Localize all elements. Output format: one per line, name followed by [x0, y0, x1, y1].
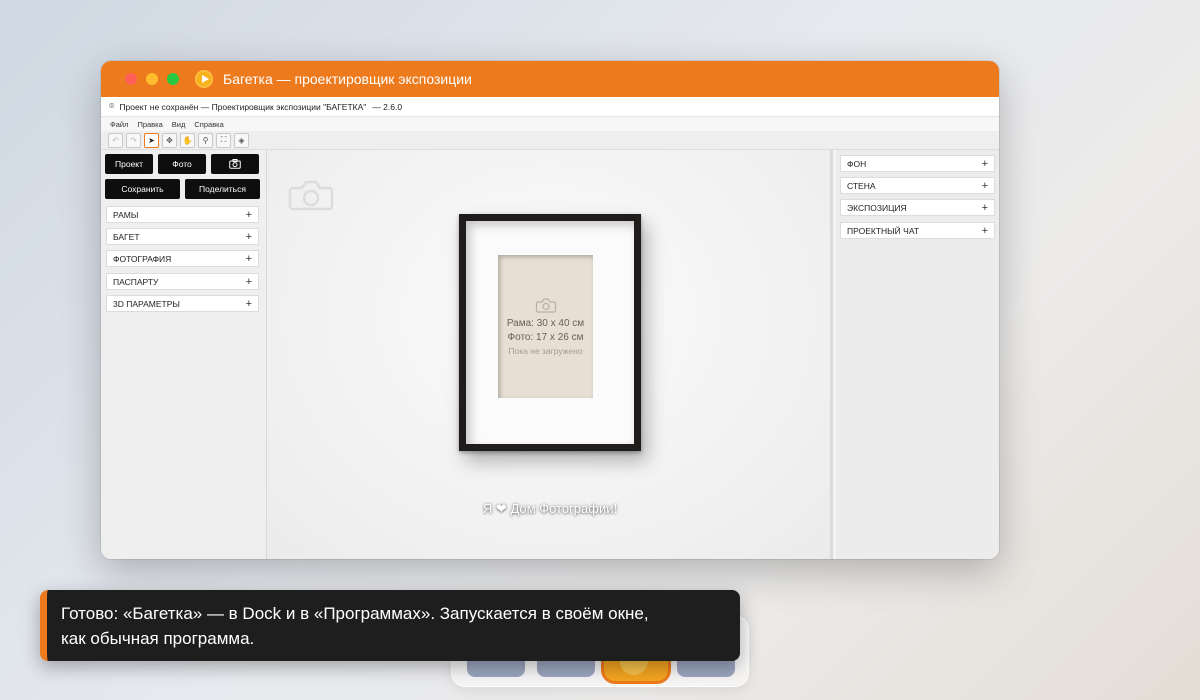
- tagline-text-right: Дом Фотографии!: [510, 501, 618, 516]
- section-baguette[interactable]: БАГЕТ +: [106, 228, 259, 245]
- toast-notification: Готово: «Багетка» — в Dock и в «Программ…: [40, 590, 740, 661]
- menu-file[interactable]: Файл: [110, 120, 128, 129]
- section-project-chat[interactable]: ПРОЕКТНЫЙ ЧАТ +: [840, 222, 995, 239]
- section-exposition[interactable]: ЭКСПОЗИЦИЯ +: [840, 199, 995, 216]
- section-label: СТЕНА: [847, 180, 876, 191]
- app-window: Багетка — проектировщик экспозиции ⌾ Про…: [101, 61, 999, 559]
- heart-icon: ❤: [495, 501, 507, 516]
- share-button[interactable]: Поделиться: [185, 179, 260, 199]
- plus-icon: +: [245, 275, 252, 288]
- section-frames[interactable]: РАМЫ +: [106, 206, 259, 223]
- plus-icon: +: [245, 208, 252, 221]
- plus-icon: +: [981, 179, 988, 192]
- section-label: ПРОЕКТНЫЙ ЧАТ: [847, 225, 920, 236]
- canvas-tagline: Я ❤ Дом Фотографии!: [267, 501, 833, 517]
- section-label: ФОТОГРАФИЯ: [113, 253, 172, 264]
- plus-icon: +: [245, 230, 252, 243]
- plus-icon: +: [245, 252, 252, 265]
- tagline-text-left: Я: [482, 501, 493, 516]
- minimize-button[interactable]: [146, 73, 158, 85]
- camera-placeholder-icon: [535, 298, 556, 313]
- section-label: БАГЕТ: [113, 231, 140, 242]
- move-icon[interactable]: ✥: [162, 132, 177, 148]
- menu-view[interactable]: Вид: [172, 120, 186, 129]
- photo-size-label: Фото: 17 x 26 см: [507, 332, 584, 343]
- toolbar: ↶ ↷ ➤ ✥ ✋ ⚲ ⛶ ◈: [101, 131, 999, 150]
- hand-icon[interactable]: ✋: [180, 132, 195, 148]
- left-panel: Проект Фото Сохранить Поделиться РАМЫ + …: [101, 150, 267, 559]
- maximize-button[interactable]: [167, 73, 179, 85]
- right-panel: ФОН + СТЕНА + ЭКСПОЗИЦИЯ + ПРОЕКТНЫЙ ЧАТ…: [836, 150, 999, 559]
- menu-bar: Файл Правка Вид Справка: [101, 118, 999, 131]
- pointer-icon[interactable]: ➤: [144, 132, 159, 148]
- section-photo[interactable]: ФОТОГРАФИЯ +: [106, 250, 259, 267]
- frame-size-label: Рама: 30 x 40 см: [506, 318, 585, 329]
- document-title: Проект не сохранён — Проектировщик экспо…: [119, 101, 367, 112]
- camera-icon: ⌾: [109, 101, 115, 111]
- photo-button[interactable]: Фото: [158, 154, 206, 174]
- photo-status-label: Пока не загружено: [508, 346, 583, 356]
- picture-frame[interactable]: Рама: 30 x 40 см Фото: 17 x 26 см Пока н…: [459, 214, 641, 451]
- close-button[interactable]: [125, 73, 137, 85]
- section-3d-params[interactable]: 3D ПАРАМЕТРЫ +: [106, 295, 259, 312]
- section-wall[interactable]: СТЕНА +: [840, 177, 995, 194]
- section-label: ПАСПАРТУ: [113, 276, 159, 287]
- plus-icon: +: [981, 201, 988, 214]
- title-bar: Багетка — проектировщик экспозиции: [101, 61, 999, 97]
- menu-help[interactable]: Справка: [194, 120, 223, 129]
- camera-icon: [229, 159, 241, 169]
- fit-icon[interactable]: ⛶: [216, 132, 231, 148]
- section-label: 3D ПАРАМЕТРЫ: [113, 298, 180, 309]
- passepartout-mat: Рама: 30 x 40 см Фото: 17 x 26 см Пока н…: [466, 221, 634, 444]
- project-button[interactable]: Проект: [105, 154, 153, 174]
- section-passepartout[interactable]: ПАСПАРТУ +: [106, 273, 259, 290]
- toast-line-1: Готово: «Багетка» — в Dock и в «Программ…: [61, 604, 649, 623]
- save-share-row: Сохранить Поделиться: [105, 179, 260, 199]
- section-label: ФОН: [847, 158, 867, 169]
- document-title-bar: ⌾ Проект не сохранён — Проектировщик экс…: [101, 97, 999, 117]
- photo-placeholder[interactable]: Рама: 30 x 40 см Фото: 17 x 26 см Пока н…: [498, 255, 593, 398]
- toast-line-2: как обычная программа.: [61, 629, 255, 648]
- top-button-row: Проект Фото: [105, 154, 259, 174]
- save-button[interactable]: Сохранить: [105, 179, 180, 199]
- redo-icon[interactable]: ↷: [126, 132, 141, 148]
- menu-edit[interactable]: Правка: [137, 120, 162, 129]
- canvas-area[interactable]: Рама: 30 x 40 см Фото: 17 x 26 см Пока н…: [267, 150, 833, 559]
- section-label: ЭКСПОЗИЦИЯ: [847, 202, 907, 213]
- zoom-icon[interactable]: ⚲: [198, 132, 213, 148]
- plus-icon: +: [245, 297, 252, 310]
- layers-icon[interactable]: ◈: [234, 132, 249, 148]
- plus-icon: +: [981, 157, 988, 170]
- camera-watermark-icon: [288, 180, 334, 211]
- plus-icon: +: [981, 224, 988, 237]
- version-label: — 2.6.0: [372, 101, 403, 112]
- section-background[interactable]: ФОН +: [840, 155, 995, 172]
- app-logo-icon: [195, 70, 213, 88]
- undo-icon[interactable]: ↶: [108, 132, 123, 148]
- section-label: РАМЫ: [113, 209, 139, 220]
- snapshot-button[interactable]: [211, 154, 259, 174]
- window-controls: [125, 73, 179, 85]
- window-title: Багетка — проектировщик экспозиции: [223, 71, 472, 87]
